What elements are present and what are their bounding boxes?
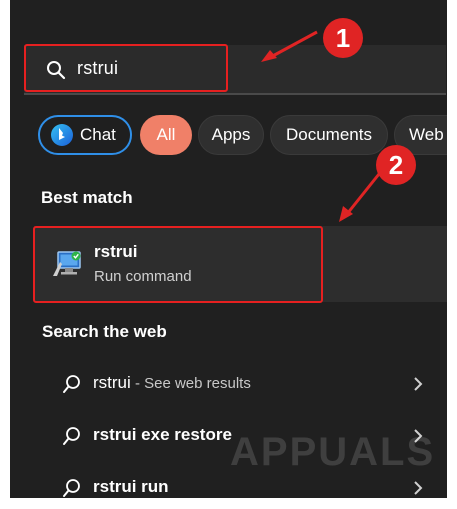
watermark: APPUALS [230,430,436,474]
arrow-to-search-icon [261,30,318,62]
search-icon [63,479,80,497]
best-match-highlight-box [33,226,323,303]
chip-all[interactable]: All [140,115,192,155]
web-result-row[interactable]: rstrui - See web results [20,359,447,409]
best-match-heading: Best match [41,188,133,207]
chip-chat[interactable]: Chat [38,115,132,155]
web-result-text: rstrui run [93,477,169,496]
search-icon [63,427,80,445]
bing-chat-icon [51,124,73,146]
chevron-right-icon [414,377,423,391]
chevron-right-icon [414,481,423,495]
chip-documents[interactable]: Documents [270,115,388,155]
chip-chat-label: Chat [80,125,116,144]
arrow-to-result-icon [339,173,381,222]
chip-apps[interactable]: Apps [198,115,264,155]
step-badge-1: 1 [323,18,363,58]
search-web-heading: Search the web [42,322,167,341]
search-highlight-box [24,44,228,92]
search-icon [63,375,80,393]
web-result-text: rstrui exe restore [93,425,232,444]
web-result-text: rstrui - See web results [93,373,251,392]
